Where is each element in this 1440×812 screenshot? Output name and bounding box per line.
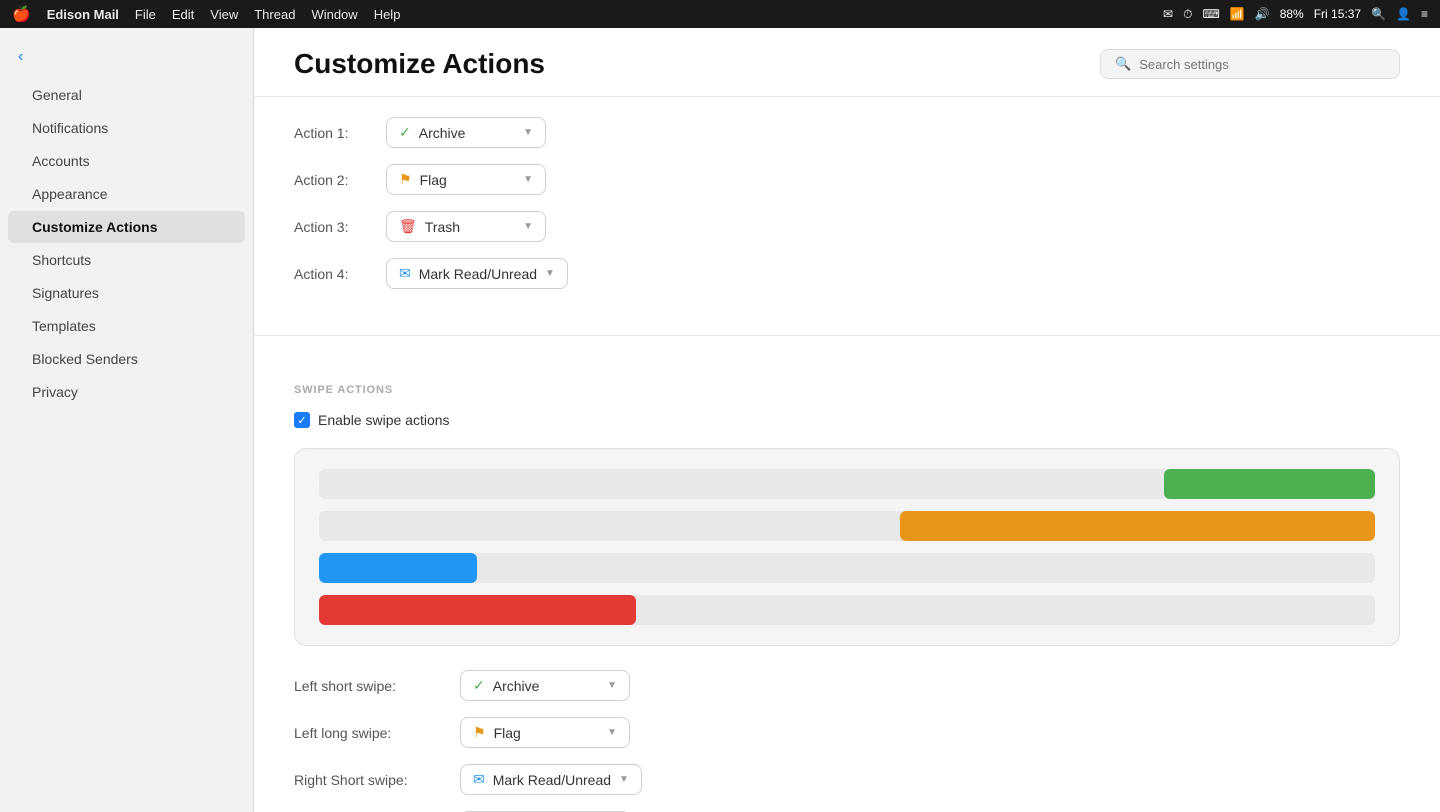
sidebar-item-signatures[interactable]: Signatures bbox=[8, 277, 245, 309]
content-header: Customize Actions 🔍 bbox=[254, 28, 1440, 97]
swipe-bar-fill-4 bbox=[319, 595, 636, 625]
mail-icon: ✉ bbox=[1163, 7, 1173, 21]
action-1-dropdown[interactable]: ✓ Archive ▼ bbox=[386, 117, 546, 148]
wifi-icon: 📶 bbox=[1230, 7, 1245, 21]
sidebar-item-blocked-senders[interactable]: Blocked Senders bbox=[8, 343, 245, 375]
action-4-dropdown[interactable]: ✉ Mark Read/Unread ▼ bbox=[386, 258, 568, 289]
search-input[interactable] bbox=[1139, 57, 1385, 72]
back-button[interactable]: ‹ bbox=[0, 42, 253, 78]
user-avatar[interactable]: 👤 bbox=[1396, 7, 1411, 21]
left-long-value: Flag bbox=[494, 725, 521, 741]
swipe-visualization bbox=[294, 448, 1400, 646]
sidebar-item-appearance[interactable]: Appearance bbox=[8, 178, 245, 210]
swipe-action-row-left-short: Left short swipe: ✓ Archive ▼ bbox=[294, 670, 1400, 701]
left-long-icon: ⚑ bbox=[473, 724, 486, 741]
swipe-section-label: SWIPE ACTIONS bbox=[294, 384, 1400, 396]
flag-icon: ⚑ bbox=[399, 171, 412, 188]
action-3-dropdown[interactable]: 🗑 Trash ▼ bbox=[386, 211, 546, 242]
sidebar-item-general[interactable]: General bbox=[8, 79, 245, 111]
search-icon[interactable]: 🔍 bbox=[1371, 7, 1386, 21]
right-short-value: Mark Read/Unread bbox=[493, 772, 611, 788]
sidebar: ‹ General Notifications Accounts Appeara… bbox=[0, 28, 254, 812]
menu-view[interactable]: View bbox=[210, 7, 238, 22]
action-1-label: Action 1: bbox=[294, 125, 374, 141]
enable-swipe-label: Enable swipe actions bbox=[318, 412, 450, 428]
left-short-arrow: ▼ bbox=[607, 680, 617, 691]
sidebar-item-shortcuts[interactable]: Shortcuts bbox=[8, 244, 245, 276]
swipe-bar-right-long bbox=[319, 595, 1375, 625]
left-short-label: Left short swipe: bbox=[294, 678, 444, 694]
section-divider bbox=[254, 335, 1440, 336]
battery-label: 88% bbox=[1280, 7, 1304, 21]
sidebar-item-customize-actions[interactable]: Customize Actions bbox=[8, 211, 245, 243]
action-1-value: Archive bbox=[419, 125, 466, 141]
swipe-bar-fill-3 bbox=[319, 553, 477, 583]
bluetooth-icon: ⌨ bbox=[1202, 7, 1219, 21]
page-title: Customize Actions bbox=[294, 48, 545, 80]
dropdown-arrow-1: ▼ bbox=[523, 127, 533, 138]
action-3-label: Action 3: bbox=[294, 219, 374, 235]
right-short-icon: ✉ bbox=[473, 771, 485, 788]
action-2-dropdown[interactable]: ⚑ Flag ▼ bbox=[386, 164, 546, 195]
action-row-2: Action 2: ⚑ Flag ▼ bbox=[294, 164, 1400, 195]
dropdown-arrow-2: ▼ bbox=[523, 174, 533, 185]
sidebar-nav: General Notifications Accounts Appearanc… bbox=[0, 79, 253, 408]
left-long-arrow: ▼ bbox=[607, 727, 617, 738]
menubar: 🍎 Edison Mail File Edit View Thread Wind… bbox=[0, 0, 1440, 28]
dropdown-arrow-4: ▼ bbox=[545, 268, 555, 279]
left-short-value: Archive bbox=[493, 678, 540, 694]
swipe-bar-left-short bbox=[319, 511, 1375, 541]
enable-swipe-row[interactable]: ✓ Enable swipe actions bbox=[294, 412, 1400, 428]
action-2-value: Flag bbox=[420, 172, 447, 188]
sidebar-item-privacy[interactable]: Privacy bbox=[8, 376, 245, 408]
content-area: Customize Actions 🔍 Action 1: ✓ Archive … bbox=[254, 28, 1440, 812]
swipe-action-row-left-long: Left long swipe: ⚑ Flag ▼ bbox=[294, 717, 1400, 748]
action-row-3: Action 3: 🗑 Trash ▼ bbox=[294, 211, 1400, 242]
actions-section: Action 1: ✓ Archive ▼ Action 2: ⚑ Flag ▼… bbox=[254, 97, 1440, 325]
trash-icon: 🗑 bbox=[399, 218, 417, 235]
menubar-right: ✉ ⏱ ⌨ 📶 🔊 88% Fri 15:37 🔍 👤 ≡ bbox=[1163, 7, 1428, 22]
list-icon[interactable]: ≡ bbox=[1421, 7, 1428, 21]
left-long-dropdown[interactable]: ⚑ Flag ▼ bbox=[460, 717, 630, 748]
archive-icon: ✓ bbox=[399, 124, 411, 141]
sidebar-item-accounts[interactable]: Accounts bbox=[8, 145, 245, 177]
swipe-bar-left-long bbox=[319, 469, 1375, 499]
action-row-1: Action 1: ✓ Archive ▼ bbox=[294, 117, 1400, 148]
swipe-section: SWIPE ACTIONS ✓ Enable swipe actions bbox=[254, 360, 1440, 812]
menu-file[interactable]: File bbox=[135, 7, 156, 22]
action-row-4: Action 4: ✉ Mark Read/Unread ▼ bbox=[294, 258, 1400, 289]
action-4-value: Mark Read/Unread bbox=[419, 266, 537, 282]
right-short-label: Right Short swipe: bbox=[294, 772, 444, 788]
left-short-icon: ✓ bbox=[473, 677, 485, 694]
app-container: ‹ General Notifications Accounts Appeara… bbox=[0, 0, 1440, 812]
menu-help[interactable]: Help bbox=[374, 7, 401, 22]
search-box[interactable]: 🔍 bbox=[1100, 49, 1400, 79]
right-short-dropdown[interactable]: ✉ Mark Read/Unread ▼ bbox=[460, 764, 642, 795]
swipe-bar-fill-1 bbox=[1164, 469, 1375, 499]
sidebar-item-notifications[interactable]: Notifications bbox=[8, 112, 245, 144]
dropdown-arrow-3: ▼ bbox=[523, 221, 533, 232]
swipe-bar-fill-2 bbox=[900, 511, 1375, 541]
mail-read-icon: ✉ bbox=[399, 265, 411, 282]
action-4-label: Action 4: bbox=[294, 266, 374, 282]
swipe-action-row-right-short: Right Short swipe: ✉ Mark Read/Unread ▼ bbox=[294, 764, 1400, 795]
time-display: Fri 15:37 bbox=[1314, 7, 1361, 21]
app-name[interactable]: Edison Mail bbox=[47, 7, 119, 22]
menu-window[interactable]: Window bbox=[311, 7, 357, 22]
search-icon: 🔍 bbox=[1115, 56, 1131, 72]
clock-icon: ⏱ bbox=[1183, 7, 1192, 22]
action-3-value: Trash bbox=[425, 219, 460, 235]
swipe-bar-right-short bbox=[319, 553, 1375, 583]
left-long-label: Left long swipe: bbox=[294, 725, 444, 741]
action-2-label: Action 2: bbox=[294, 172, 374, 188]
back-arrow-icon: ‹ bbox=[18, 48, 23, 66]
volume-icon: 🔊 bbox=[1255, 7, 1270, 21]
right-short-arrow: ▼ bbox=[619, 774, 629, 785]
sidebar-item-templates[interactable]: Templates bbox=[8, 310, 245, 342]
menu-thread[interactable]: Thread bbox=[254, 7, 295, 22]
apple-menu[interactable]: 🍎 bbox=[12, 5, 31, 23]
left-short-dropdown[interactable]: ✓ Archive ▼ bbox=[460, 670, 630, 701]
enable-swipe-checkbox[interactable]: ✓ bbox=[294, 412, 310, 428]
menu-edit[interactable]: Edit bbox=[172, 7, 194, 22]
